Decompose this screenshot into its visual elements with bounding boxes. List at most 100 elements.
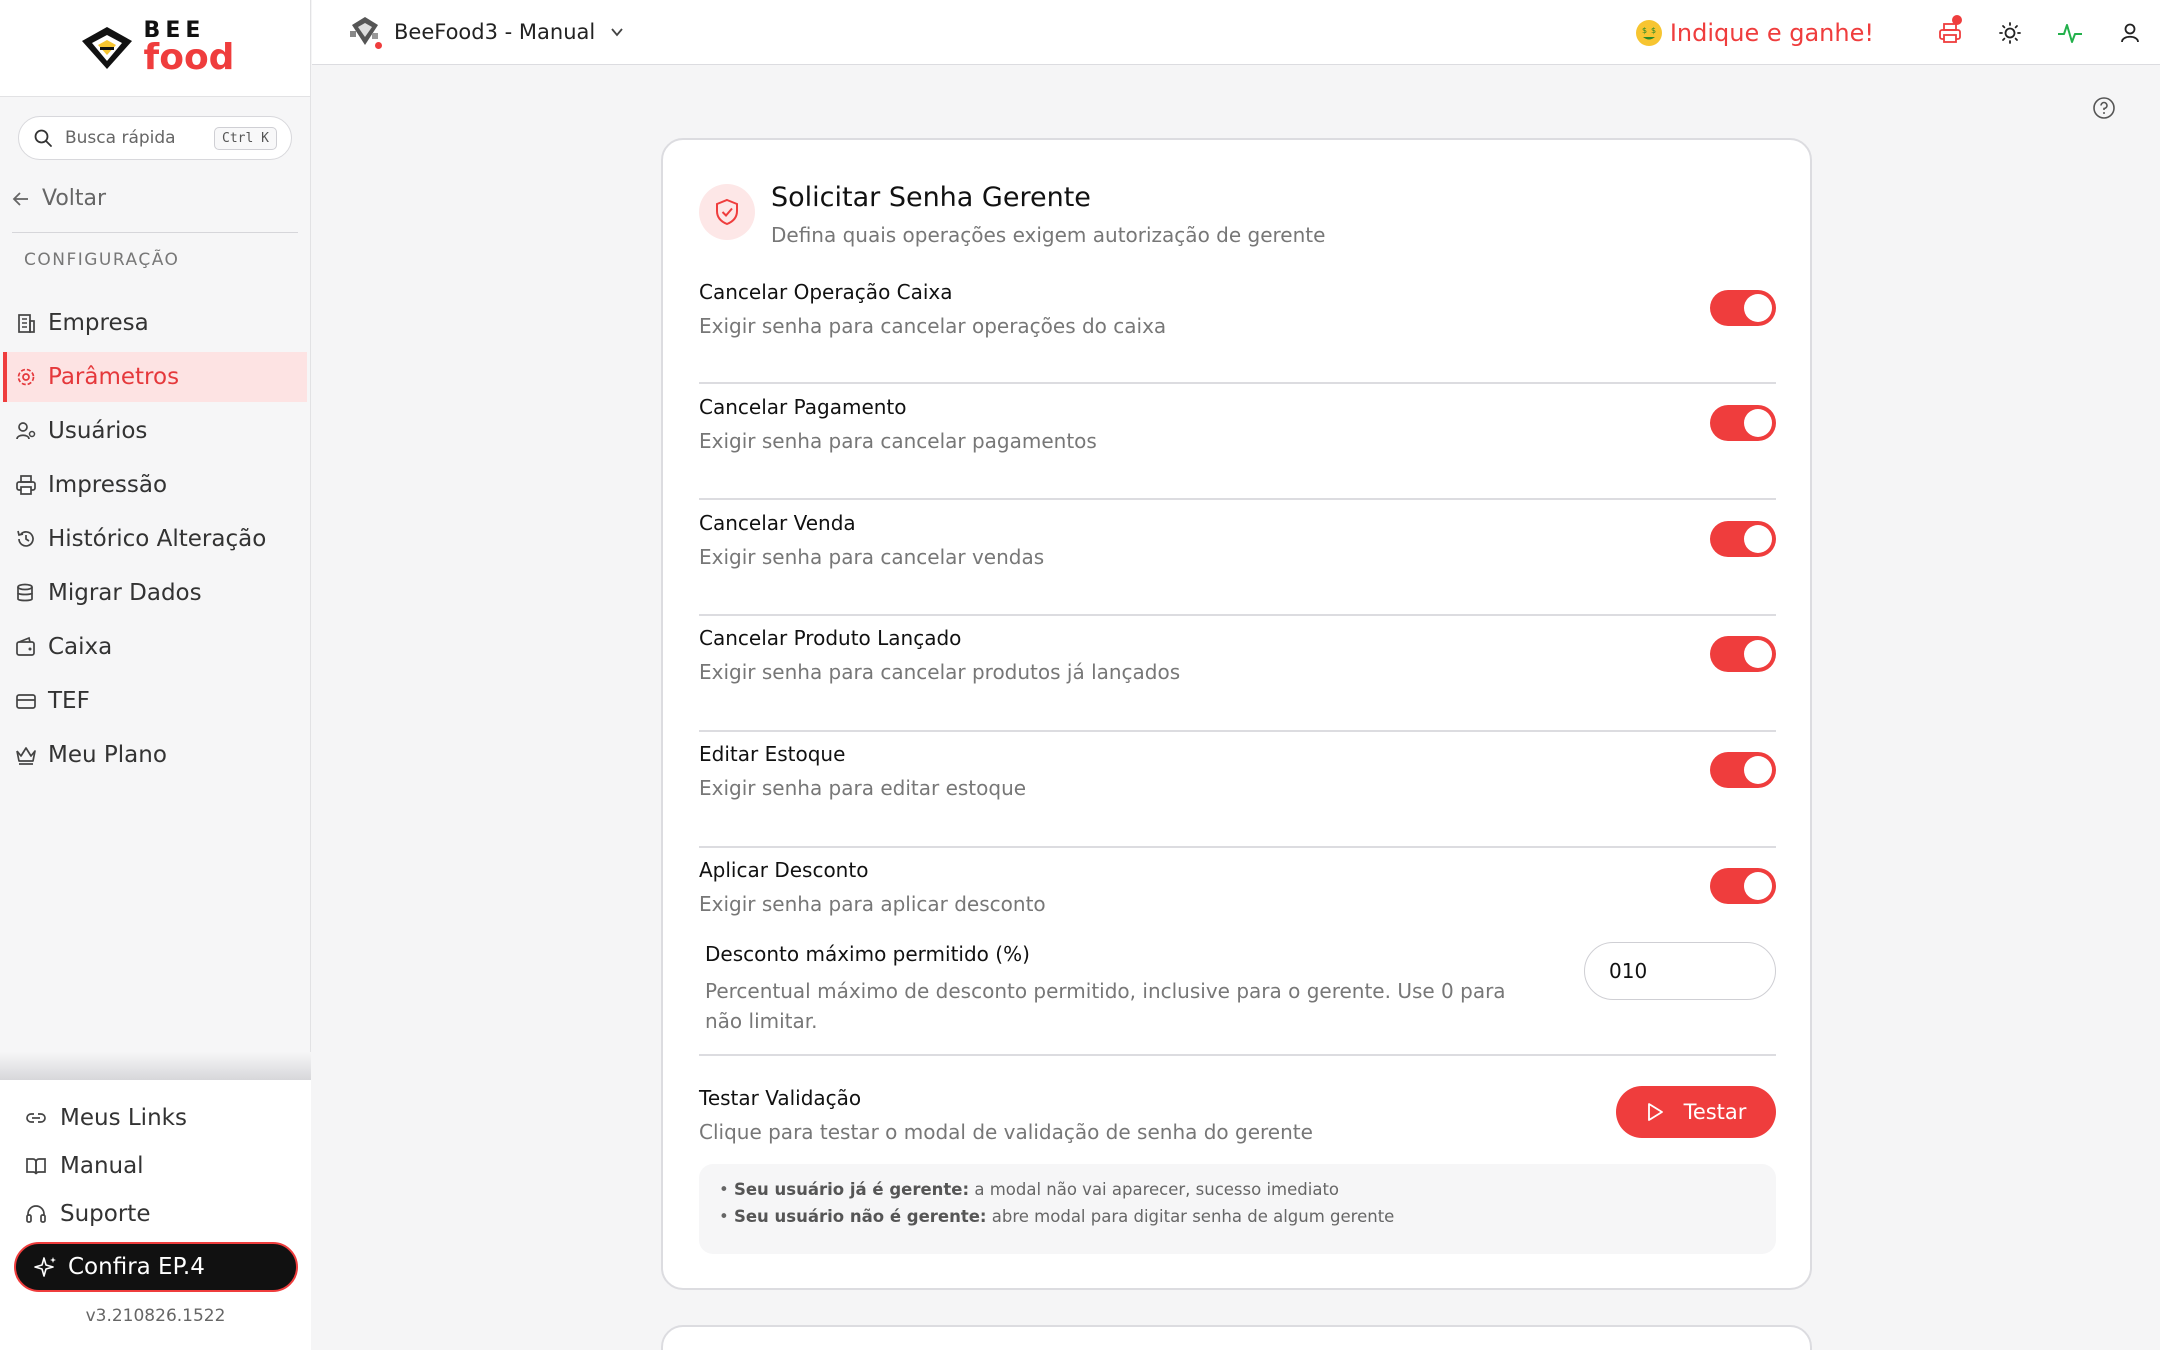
bee-logo-icon <box>81 27 132 69</box>
notification-badge <box>1952 15 1962 25</box>
promo-label: Confira EP.4 <box>68 1254 205 1280</box>
sidebar-item-meus-links[interactable]: Meus Links <box>0 1094 311 1142</box>
card-icon <box>14 689 38 713</box>
app-root: BEE food Busca rápida Ctrl K Voltar CONF… <box>0 0 2160 1350</box>
help-button[interactable] <box>2092 96 2116 124</box>
printer-icon <box>14 473 38 497</box>
note-item: • Seu usuário não é gerente: abre modal … <box>719 1207 1395 1226</box>
sidebar-item-label: Impressão <box>48 472 168 498</box>
test-button[interactable]: Testar <box>1616 1086 1776 1138</box>
sidebar-item-label: Parâmetros <box>48 364 180 390</box>
option-label: Aplicar Desconto <box>699 858 869 882</box>
theme-toggle-button[interactable] <box>1980 0 2040 65</box>
test-info-note: • Seu usuário já é gerente: a modal não … <box>699 1164 1776 1254</box>
sun-icon <box>1999 21 2021 44</box>
back-label: Voltar <box>42 186 107 211</box>
link-icon <box>24 1106 48 1130</box>
activity-button[interactable] <box>2040 0 2100 65</box>
sidebar-item-migrar-dados[interactable]: Migrar Dados <box>0 568 311 618</box>
sidebar-item-label: Migrar Dados <box>48 580 202 606</box>
sidebar-item-caixa[interactable]: Caixa <box>0 622 311 672</box>
card-title: Solicitar Senha Gerente <box>771 182 1091 213</box>
option-aplicar-desconto: Aplicar Desconto Exigir senha para aplic… <box>699 858 1776 930</box>
user-icon <box>2121 23 2139 42</box>
bottom-nav-label: Suporte <box>60 1201 151 1227</box>
crown-icon <box>14 743 38 767</box>
sidebar-item-empresa[interactable]: Empresa <box>0 298 311 348</box>
arrow-left-icon <box>12 191 28 206</box>
toggle-cancelar-produto-lancado[interactable] <box>1710 636 1776 672</box>
user-menu-button[interactable] <box>2100 0 2160 65</box>
promo-button[interactable]: Confira EP.4 <box>14 1242 298 1292</box>
store-selector[interactable]: BeeFood3 - Manual <box>348 15 625 51</box>
toggle-cancelar-operacao-caixa[interactable] <box>1710 290 1776 326</box>
sidebar-item-meu-plano[interactable]: Meu Plano <box>0 730 311 780</box>
back-link[interactable]: Voltar <box>12 186 106 211</box>
wallet-icon <box>14 635 38 659</box>
sidebar-item-label: Meu Plano <box>48 742 167 768</box>
toggle-cancelar-venda[interactable] <box>1710 521 1776 557</box>
option-description: Exigir senha para cancelar operações do … <box>699 314 1167 338</box>
sidebar-item-parametros[interactable]: Parâmetros <box>3 352 307 402</box>
section-label: CONFIGURAÇÃO <box>24 250 180 270</box>
referral-link[interactable]: $ $ Indique e ganhe! <box>1635 19 1874 47</box>
option-editar-estoque: Editar Estoque Exigir senha para editar … <box>699 742 1776 848</box>
store-avatar <box>348 15 384 51</box>
sidebar-nav: Empresa Parâmetros Usuários Impressão Hi… <box>0 298 311 784</box>
search-shortcut-badge: Ctrl K <box>214 126 277 150</box>
option-label: Cancelar Produto Lançado <box>699 626 962 650</box>
sidebar-fade <box>0 1052 311 1080</box>
divider <box>12 232 298 233</box>
sidebar-item-label: Histórico Alteração <box>48 526 267 552</box>
users-icon <box>14 419 38 443</box>
history-icon <box>14 527 38 551</box>
note-item: • Seu usuário já é gerente: a modal não … <box>719 1180 1340 1199</box>
sidebar-item-label: Empresa <box>48 310 149 336</box>
sidebar-item-suporte[interactable]: Suporte <box>0 1190 311 1238</box>
option-label: Cancelar Pagamento <box>699 395 907 419</box>
sparkles-icon <box>34 1255 58 1279</box>
test-validation-label: Testar Validação <box>699 1086 862 1110</box>
option-label: Cancelar Operação Caixa <box>699 280 953 304</box>
divider <box>699 1054 1776 1056</box>
sidebar-item-historico[interactable]: Histórico Alteração <box>0 514 311 564</box>
sidebar-item-tef[interactable]: TEF <box>0 676 311 726</box>
bottom-nav-label: Meus Links <box>60 1105 187 1131</box>
book-icon <box>24 1154 48 1178</box>
next-settings-card <box>661 1325 1812 1350</box>
card-subtitle: Defina quais operações exigem autorizaçã… <box>771 223 1326 247</box>
card-header: Solicitar Senha Gerente Defina quais ope… <box>699 182 1326 247</box>
manager-password-card: Solicitar Senha Gerente Defina quais ope… <box>661 138 1812 1290</box>
building-icon <box>14 311 38 335</box>
svg-text:$: $ <box>1651 26 1656 35</box>
sidebar-item-usuarios[interactable]: Usuários <box>0 406 311 456</box>
max-discount-input[interactable]: 010 <box>1584 942 1776 1000</box>
quick-search-input[interactable]: Busca rápida Ctrl K <box>18 116 292 160</box>
sidebar-item-impressao[interactable]: Impressão <box>0 460 311 510</box>
option-description: Exigir senha para cancelar produtos já l… <box>699 660 1181 684</box>
option-cancelar-pagamento: Cancelar Pagamento Exigir senha para can… <box>699 395 1776 500</box>
sidebar-item-label: TEF <box>48 688 90 714</box>
toggle-aplicar-desconto[interactable] <box>1710 868 1776 904</box>
toggle-editar-estoque[interactable] <box>1710 752 1776 788</box>
play-icon <box>1646 1102 1664 1122</box>
sidebar-item-manual[interactable]: Manual <box>0 1142 311 1190</box>
option-cancelar-produto-lancado: Cancelar Produto Lançado Exigir senha pa… <box>699 626 1776 732</box>
toggle-cancelar-pagamento[interactable] <box>1710 405 1776 441</box>
svg-text:$: $ <box>1642 26 1647 35</box>
headset-icon <box>24 1202 48 1226</box>
shield-check-icon <box>716 198 738 226</box>
gear-icon <box>14 365 38 389</box>
brand-logo[interactable]: BEE food <box>0 0 310 97</box>
app-version: v3.210826.1522 <box>85 1306 226 1326</box>
sidebar-bottom: Meus Links Manual Suporte Confira EP.4 v… <box>0 1080 311 1350</box>
test-validation-row: Testar Validação Clique para testar o mo… <box>699 1086 1776 1146</box>
chevron-down-icon <box>609 24 625 40</box>
printer-status-button[interactable] <box>1920 0 1980 65</box>
option-description: Exigir senha para cancelar vendas <box>699 545 1045 569</box>
test-button-label: Testar <box>1683 1100 1747 1124</box>
brand-line2: food <box>143 37 235 78</box>
database-icon <box>14 581 38 605</box>
max-discount-description: Percentual máximo de desconto permitido,… <box>705 979 1506 1033</box>
option-description: Exigir senha para editar estoque <box>699 776 1027 800</box>
